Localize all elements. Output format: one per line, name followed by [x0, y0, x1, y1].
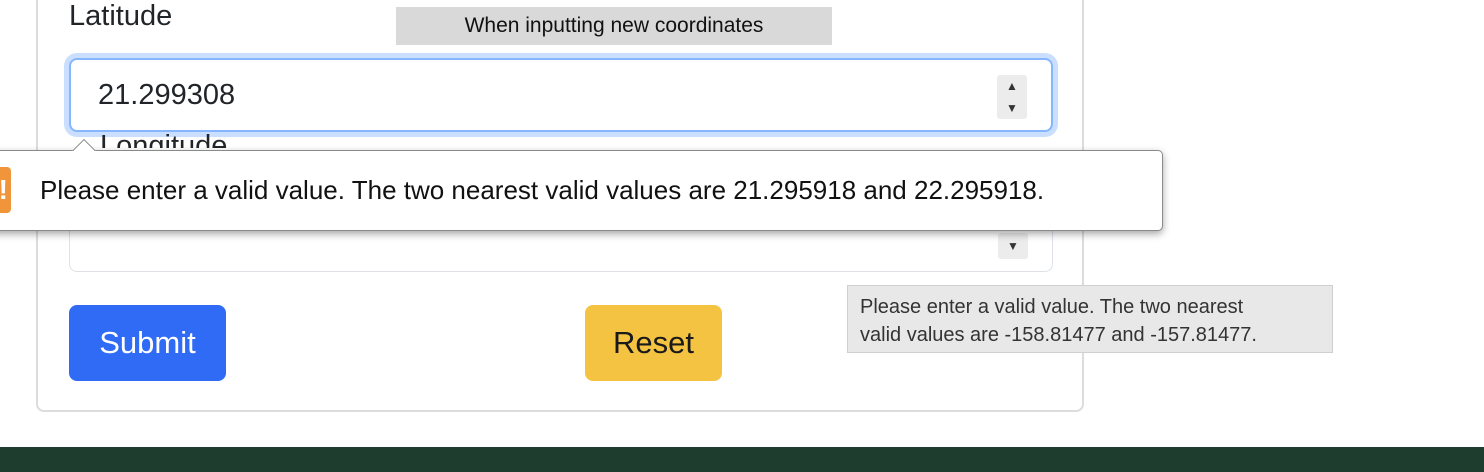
footer-bar — [0, 447, 1484, 472]
validation-tooltip: Please enter a valid value. The two near… — [847, 285, 1333, 353]
latitude-spinner[interactable]: ▲ ▼ — [997, 75, 1027, 119]
validation-message: Please enter a valid value. The two near… — [40, 175, 1045, 205]
spinner-up-icon[interactable]: ▲ — [1006, 80, 1018, 92]
latitude-input[interactable]: 21.299308 ▲ ▼ — [69, 58, 1053, 132]
warning-icon: ! — [0, 167, 11, 213]
submit-button[interactable]: Submit — [69, 305, 226, 381]
longitude-spinner[interactable]: ▼ — [998, 233, 1028, 259]
spinner-down-icon[interactable]: ▼ — [1007, 239, 1019, 253]
latitude-value: 21.299308 — [98, 78, 236, 111]
tooltip-line-2: valid values are -158.81477 and -157.814… — [860, 324, 1257, 346]
longitude-label: Longitude — [100, 130, 228, 148]
popup-arrow — [70, 137, 96, 151]
tooltip-line-1: Please enter a valid value. The two near… — [860, 296, 1244, 318]
spinner-down-icon[interactable]: ▼ — [1006, 102, 1018, 114]
reset-button[interactable]: Reset — [585, 305, 722, 381]
latitude-label: Latitude — [69, 0, 173, 32]
validation-popup: ! Please enter a valid value. The two ne… — [0, 150, 1163, 231]
annotation-caption: When inputting new coordinates — [396, 7, 832, 45]
